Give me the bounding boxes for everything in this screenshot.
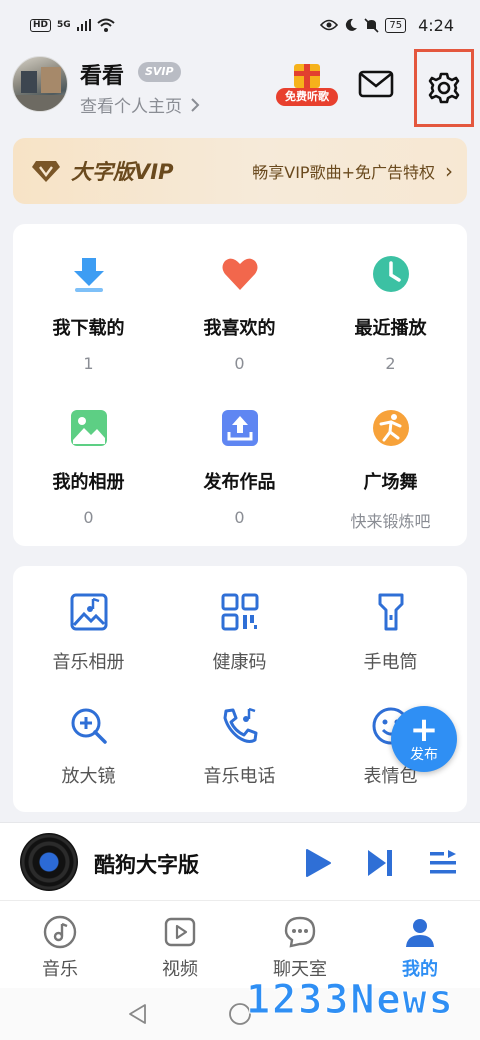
wifi-icon — [97, 18, 115, 32]
grid-item-title: 我下载的 — [52, 318, 125, 339]
signal-icon — [76, 19, 91, 31]
mail-icon — [358, 70, 394, 98]
grid-item-title: 我的相册 — [52, 472, 125, 493]
nav-tab-video[interactable]: 视频 — [140, 915, 220, 981]
grid-item-count: 0 — [83, 508, 94, 527]
eye-icon — [320, 19, 339, 31]
status-left: HD 5G — [30, 18, 115, 32]
tool-title: 放大镜 — [61, 766, 116, 787]
tool-health-code[interactable]: 健康码 — [164, 592, 315, 674]
grid-item-downloads[interactable]: 我下载的 1 — [13, 254, 164, 373]
nav-tab-mine[interactable]: 我的 — [380, 915, 460, 981]
message-button[interactable] — [358, 70, 394, 100]
status-right: 75 4:24 — [320, 16, 454, 35]
grid-item-count: 0 — [234, 354, 245, 373]
watermark-logo: 1233News — [246, 977, 455, 1024]
music-phone-icon — [223, 707, 257, 743]
grid-item-title: 广场舞 — [363, 472, 418, 493]
tools-card: 音乐相册 健康码 手电筒 放大镜 音乐电话 表情包 — [13, 566, 467, 812]
status-bar: HD 5G 75 4:24 — [0, 0, 480, 50]
playlist-button[interactable] — [428, 848, 458, 878]
tool-flashlight[interactable]: 手电筒 — [315, 592, 466, 674]
tool-music-album[interactable]: 音乐相册 — [13, 592, 164, 674]
grid-item-count: 2 — [385, 354, 396, 373]
nav-label: 音乐 — [42, 959, 78, 980]
bottom-nav: 音乐 视频 聊天室 我的 — [0, 900, 480, 988]
avatar[interactable] — [12, 56, 68, 112]
grid-item-count: 快来锻炼吧 — [350, 512, 431, 531]
music-note-icon — [43, 915, 77, 949]
tool-title: 音乐电话 — [203, 766, 276, 787]
svip-badge: SVIP — [138, 62, 181, 82]
gear-icon — [428, 72, 460, 104]
magnifier-icon — [71, 708, 107, 744]
username[interactable]: 看看 — [80, 58, 124, 90]
view-profile-label: 查看个人主页 — [80, 97, 182, 117]
vip-banner[interactable]: 大字版VIP 畅享VIP歌曲+免广告特权 › — [13, 138, 467, 204]
grid-item-album[interactable]: 我的相册 0 — [13, 408, 164, 527]
tool-title: 手电筒 — [363, 652, 418, 673]
video-icon — [164, 917, 196, 947]
chevron-right-icon: › — [445, 159, 453, 183]
tool-music-phone[interactable]: 音乐电话 — [164, 706, 315, 788]
grid-item-title: 最近播放 — [354, 318, 427, 339]
profile-icon — [406, 919, 434, 947]
chevron-right-icon — [191, 97, 200, 112]
grid-item-favorites[interactable]: 我喜欢的 0 — [164, 254, 315, 373]
view-profile-link[interactable]: 查看个人主页 — [80, 92, 200, 117]
next-track-button[interactable] — [366, 848, 394, 878]
chat-icon — [284, 916, 316, 948]
grid-item-title: 我喜欢的 — [203, 318, 276, 339]
clock-time: 4:24 — [418, 15, 454, 35]
gift-icon — [294, 64, 320, 88]
heart-icon — [222, 258, 257, 290]
play-button[interactable] — [304, 848, 332, 878]
diamond-icon — [32, 161, 60, 182]
free-listen-gift[interactable]: 免费听歌 — [276, 64, 338, 108]
album-icon — [70, 410, 107, 446]
free-listen-label: 免费听歌 — [276, 88, 338, 106]
vip-title: 大字版VIP — [71, 160, 174, 184]
nav-tab-chat[interactable]: 聊天室 — [260, 915, 340, 981]
nav-label: 视频 — [162, 959, 198, 980]
clock-icon — [372, 256, 409, 292]
grid-item-title: 发布作品 — [203, 472, 276, 493]
qr-code-icon — [221, 593, 258, 631]
tool-title: 健康码 — [212, 652, 267, 673]
network-indicator: 5G — [57, 20, 71, 30]
download-icon — [73, 258, 104, 292]
grid-item-square-dance[interactable]: 广场舞 快来锻炼吧 — [315, 408, 466, 532]
plus-icon: + — [409, 710, 439, 750]
tool-magnifier[interactable]: 放大镜 — [13, 706, 164, 788]
back-icon[interactable] — [126, 1002, 148, 1026]
settings-button[interactable] — [414, 49, 474, 127]
hd-indicator: HD — [30, 18, 52, 32]
mini-player[interactable]: 酷狗大字版 — [0, 822, 480, 900]
flashlight-icon — [378, 593, 403, 631]
profile-header: 看看 SVIP 查看个人主页 免费听歌 — [0, 49, 480, 127]
dance-icon — [372, 410, 409, 446]
album-disc-icon[interactable] — [20, 833, 78, 891]
moon-icon — [346, 18, 358, 31]
tool-title: 音乐相册 — [52, 652, 125, 673]
mute-bell-icon — [364, 17, 379, 33]
grid-item-count: 0 — [234, 508, 245, 527]
tool-title: 表情包 — [363, 766, 418, 787]
now-playing-title: 酷狗大字版 — [94, 853, 199, 877]
publish-label: 发布 — [410, 747, 438, 763]
nav-tab-music[interactable]: 音乐 — [20, 915, 100, 981]
grid-item-publish[interactable]: 发布作品 0 — [164, 408, 315, 527]
battery-indicator: 75 — [385, 17, 407, 33]
grid-item-recent[interactable]: 最近播放 2 — [315, 254, 466, 373]
vip-description: 畅享VIP歌曲+免广告特权 — [252, 163, 435, 182]
upload-icon — [221, 410, 258, 446]
library-card: 我下载的 1 我喜欢的 0 最近播放 2 我的相册 0 发布作品 0 广场舞 快… — [13, 224, 467, 546]
grid-item-count: 1 — [83, 354, 94, 373]
publish-fab[interactable]: + 发布 — [391, 706, 457, 772]
music-album-icon — [70, 593, 107, 631]
